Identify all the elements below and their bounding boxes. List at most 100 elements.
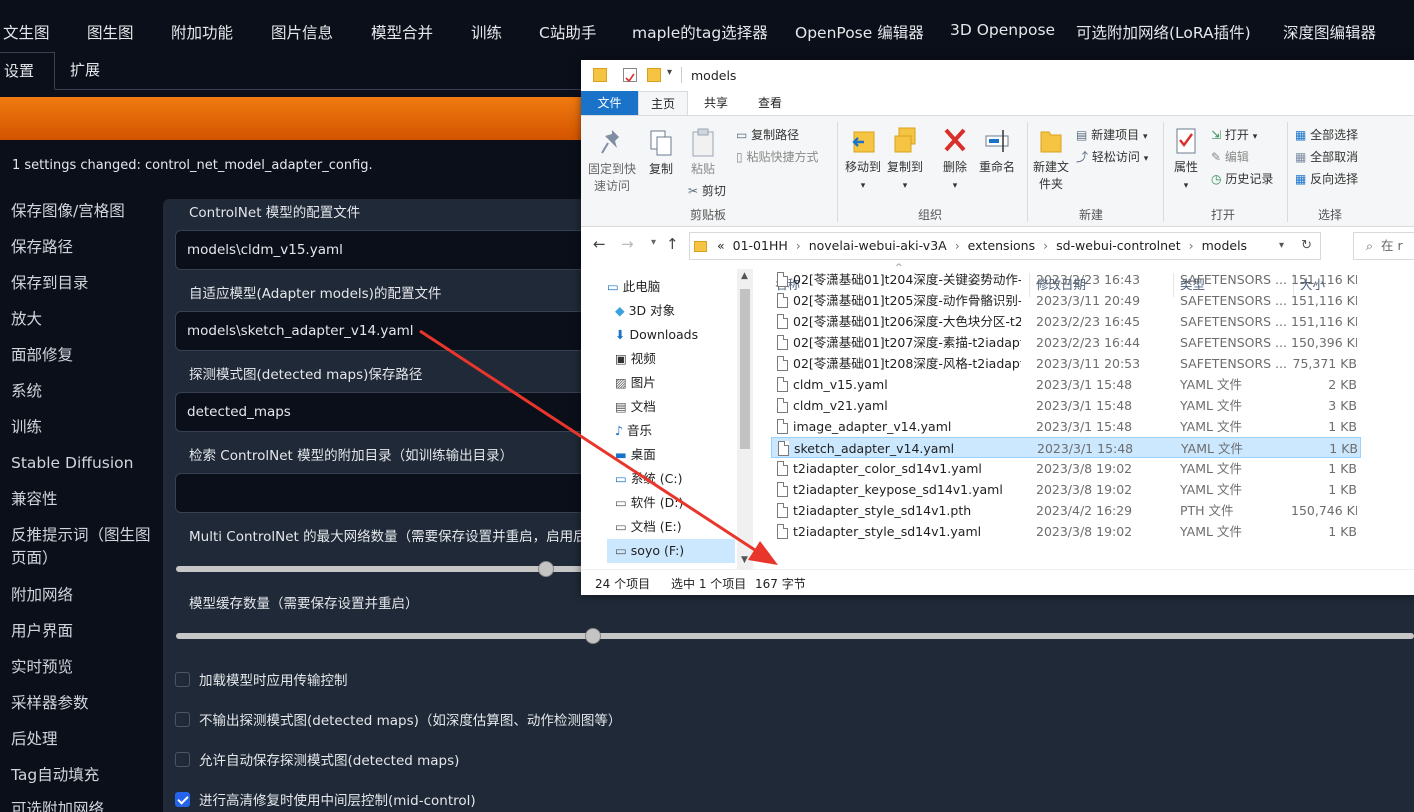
model-cache-slider-thumb[interactable]	[585, 628, 601, 644]
quick-access-dropdown-icon[interactable]: ▾	[667, 67, 672, 78]
tab-civitai-helper[interactable]: C站助手	[539, 21, 596, 43]
sidebar-item-compatibility[interactable]: 兼容性	[11, 488, 151, 511]
tab-checkpoint-merger[interactable]: 模型合并	[371, 21, 433, 43]
nav-drive-d[interactable]: ▭ 软件 (D:)	[615, 491, 683, 515]
sidebar-item-face-restoration[interactable]: 面部修复	[11, 344, 151, 367]
edit-button[interactable]: ✎ 编辑	[1211, 148, 1249, 165]
file-row[interactable]: 02[苓潇基础01]t208深度-风格-t2iadapt... 2023/3/11…	[771, 353, 1361, 374]
new-folder-icon[interactable]	[647, 68, 661, 82]
new-item-button[interactable]: ▤ 新建项目 ▾	[1076, 126, 1148, 143]
breadcrumb-sep-icon[interactable]: ›	[1043, 238, 1048, 253]
nav-drive-f[interactable]: ▭ soyo (F:)	[607, 539, 735, 563]
nav-documents[interactable]: ▤ 文档	[615, 395, 656, 419]
new-folder-button[interactable]: 新建文件夹	[1033, 126, 1069, 193]
address-dropdown-icon[interactable]: ▾	[1279, 233, 1284, 259]
tab-depth-editor[interactable]: 深度图编辑器	[1283, 21, 1376, 43]
sidebar-item-interrogate[interactable]: 反推提示词（图生图页面）	[11, 524, 151, 570]
ribbon-tab-share[interactable]: 共享	[693, 91, 739, 115]
nav-desktop[interactable]: ▬ 桌面	[615, 443, 656, 467]
search-input[interactable]: ⌕ 在 r	[1353, 232, 1414, 260]
file-row[interactable]: 02[苓潇基础01]t207深度-素描-t2iadapt... 2023/2/23…	[771, 332, 1361, 353]
sidebar-item-additional-networks[interactable]: 可选附加网络	[11, 798, 151, 812]
sidebar-item-save-paths[interactable]: 保存路径	[11, 236, 151, 259]
file-row[interactable]: 02[苓潇基础01]t205深度-动作骨骼识别-... 2023/3/11 20:…	[771, 290, 1361, 311]
cut-button[interactable]: ✂ 剪切	[688, 182, 726, 199]
copy-button[interactable]: 复制	[643, 128, 679, 178]
checkbox-row-autosave-detectmap[interactable]: 允许自动保存探测模式图(detected maps)	[175, 749, 459, 769]
file-row[interactable]: t2iadapter_style_sd14v1.yaml 2023/3/8 19:…	[771, 521, 1361, 542]
breadcrumb-item[interactable]: novelai-webui-aki-v3A	[809, 238, 947, 253]
tab-train[interactable]: 训练	[471, 21, 502, 43]
pin-quick-access-button[interactable]: 固定到快速访问	[587, 128, 637, 195]
file-row[interactable]: sketch_adapter_v14.yaml 2023/3/1 15:48 YAM…	[771, 437, 1361, 458]
file-row[interactable]: 02[苓潇基础01]t206深度-大色块分区-t2i... 2023/2/23 1…	[771, 311, 1361, 332]
tab-png-info[interactable]: 图片信息	[271, 21, 333, 43]
nav-videos[interactable]: ▣ 视频	[615, 347, 656, 371]
breadcrumb-overflow[interactable]: «	[717, 238, 725, 253]
nav-scrollbar[interactable]: ▲ ▼	[737, 269, 753, 569]
forward-arrow-icon[interactable]: →	[621, 235, 634, 253]
sidebar-item-extra-networks[interactable]: 附加网络	[11, 584, 151, 607]
breadcrumb-sep-icon[interactable]: ›	[1189, 238, 1194, 253]
file-row[interactable]: t2iadapter_style_sd14v1.pth 2023/4/2 16:2…	[771, 500, 1361, 521]
sidebar-item-system[interactable]: 系统	[11, 380, 151, 403]
address-bar[interactable]: « 01-01HH › novelai-webui-aki-v3A › exte…	[689, 232, 1321, 260]
sidebar-item-tag-autocomplete[interactable]: Tag自动填充	[11, 764, 151, 787]
sidebar-item-user-interface[interactable]: 用户界面	[11, 620, 151, 643]
sidebar-item-sampler-params[interactable]: 采样器参数	[11, 692, 151, 715]
checkbox-row-mid-control[interactable]: 进行高清修复时使用中间层控制(mid-control)	[175, 789, 476, 809]
nav-3d-objects[interactable]: ◆ 3D 对象	[615, 299, 675, 323]
scroll-up-icon[interactable]: ▲	[741, 271, 748, 281]
history-button[interactable]: ◷ 历史记录	[1211, 170, 1273, 187]
tab-extras[interactable]: 附加功能	[171, 21, 233, 43]
open-button[interactable]: ⇲ 打开 ▾	[1211, 126, 1257, 143]
sidebar-item-live-preview[interactable]: 实时预览	[11, 656, 151, 679]
copy-to-button[interactable]: 复制到 ▾	[885, 126, 925, 195]
recent-locations-icon[interactable]: ▾	[651, 237, 656, 248]
up-arrow-icon[interactable]: ↑	[666, 235, 679, 253]
tab-extensions[interactable]: 扩展	[70, 52, 100, 90]
checkbox-row-no-detectmap[interactable]: 不输出探测模式图(detected maps)（如深度估算图、动作检测图等）	[175, 709, 621, 729]
file-row[interactable]: cldm_v21.yaml 2023/3/1 15:48 YAML 文件 3 KB	[771, 395, 1361, 416]
breadcrumb-item[interactable]: models	[1202, 238, 1247, 253]
rename-button[interactable]: 重命名	[977, 126, 1017, 176]
tab-txt2img[interactable]: 文生图	[3, 21, 50, 43]
delete-button[interactable]: 删除 ▾	[935, 126, 975, 195]
model-cache-slider[interactable]	[176, 633, 1414, 639]
tab-3d-openpose[interactable]: 3D Openpose	[950, 21, 1055, 39]
checkbox-row-transfer-control[interactable]: 加载模型时应用传输控制	[175, 669, 348, 689]
sidebar-item-training[interactable]: 训练	[11, 416, 151, 439]
properties-button[interactable]: 属性 ▾	[1169, 126, 1203, 195]
copy-path-button[interactable]: ▭ 复制路径	[736, 126, 799, 143]
file-row[interactable]: t2iadapter_color_sd14v1.yaml 2023/3/8 19:…	[771, 458, 1361, 479]
paste-button[interactable]: 粘贴	[685, 128, 721, 178]
nav-this-pc[interactable]: ▭ 此电脑	[607, 275, 660, 299]
sidebar-item-save-images[interactable]: 保存图像/宫格图	[11, 200, 151, 223]
refresh-icon[interactable]: ↻	[1301, 233, 1312, 259]
tab-tag-selector[interactable]: maple的tag选择器	[632, 21, 768, 43]
back-arrow-icon[interactable]: ←	[593, 235, 606, 253]
checkbox[interactable]	[175, 671, 190, 687]
nav-drive-e[interactable]: ▭ 文档 (E:)	[615, 515, 682, 539]
sidebar-item-upscaling[interactable]: 放大	[11, 308, 151, 331]
file-row[interactable]: 02[苓潇基础01]t204深度-关键姿势动作-... 2023/2/23 16:…	[771, 269, 1361, 290]
invert-selection-button[interactable]: ▦ 反向选择	[1295, 170, 1358, 187]
nav-music[interactable]: ♪ 音乐	[615, 419, 652, 443]
breadcrumb-sep-icon[interactable]: ›	[796, 238, 801, 253]
multi-cn-slider-thumb[interactable]	[538, 561, 554, 577]
nav-drive-c[interactable]: ▭ 系统 (C:)	[615, 467, 682, 491]
tab-openpose-editor[interactable]: OpenPose 编辑器	[795, 21, 924, 43]
paste-shortcut-button[interactable]: ▯ 粘贴快捷方式	[736, 148, 818, 165]
checkbox-checked[interactable]	[175, 791, 190, 807]
sidebar-item-postprocessing[interactable]: 后处理	[11, 728, 151, 751]
breadcrumb-item[interactable]: extensions	[968, 238, 1035, 253]
sidebar-item-stable-diffusion[interactable]: Stable Diffusion	[11, 452, 151, 475]
file-row[interactable]: t2iadapter_keypose_sd14v1.yaml 2023/3/8 1…	[771, 479, 1361, 500]
breadcrumb-sep-icon[interactable]: ›	[955, 238, 960, 253]
properties-icon[interactable]	[623, 68, 637, 83]
ribbon-tab-view[interactable]: 查看	[747, 91, 793, 115]
tab-additional-networks[interactable]: 可选附加网络(LoRA插件)	[1076, 21, 1251, 43]
ribbon-tab-home[interactable]: 主页	[638, 91, 688, 115]
file-row[interactable]: image_adapter_v14.yaml 2023/3/1 15:48 YAML…	[771, 416, 1361, 437]
scroll-down-icon[interactable]: ▼	[741, 555, 748, 565]
